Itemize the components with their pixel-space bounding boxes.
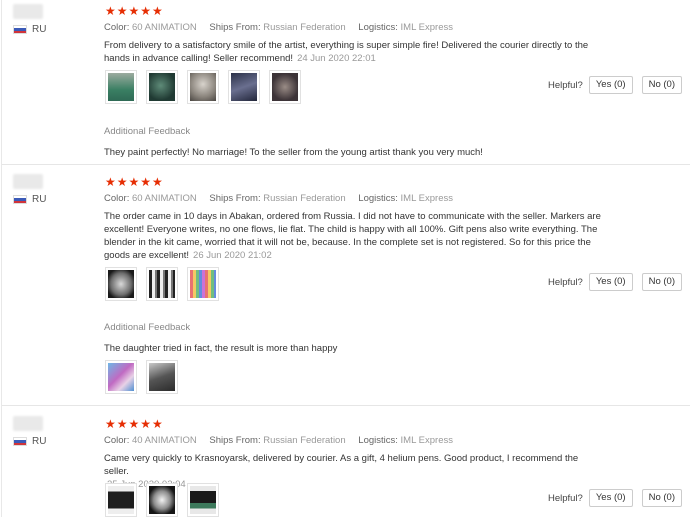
logistics-value: IML Express bbox=[400, 435, 453, 446]
review-photo[interactable] bbox=[105, 483, 137, 517]
helpful-no-button[interactable]: No (0) bbox=[641, 76, 682, 94]
star-rating: ★★★★★ bbox=[105, 4, 164, 18]
review-photo[interactable] bbox=[187, 70, 219, 104]
helpful-controls: Helpful? Yes (0) No (0) bbox=[548, 76, 682, 94]
review-text: From delivery to a satisfactory smile of… bbox=[104, 39, 604, 65]
order-info: Color: 40 ANIMATION Ships From: Russian … bbox=[104, 435, 453, 446]
review-photo[interactable] bbox=[105, 267, 137, 301]
country-code: RU bbox=[32, 194, 47, 205]
helpful-yes-button[interactable]: Yes (0) bbox=[588, 76, 633, 94]
reviewer-name-blurred bbox=[13, 416, 43, 431]
review-date: 26 Jun 2020 21:02 bbox=[193, 250, 272, 261]
helpful-no-button[interactable]: No (0) bbox=[641, 273, 682, 291]
color-value: 40 ANIMATION bbox=[131, 435, 197, 446]
review-photo[interactable] bbox=[146, 70, 178, 104]
review-photo[interactable] bbox=[187, 267, 219, 301]
review-photos bbox=[105, 267, 219, 301]
color-label: Color: bbox=[104, 22, 130, 33]
review-body: Came very quickly to Krasnoyarsk, delive… bbox=[104, 453, 579, 477]
reviewer-country: RU bbox=[13, 24, 46, 35]
russia-flag-icon bbox=[13, 25, 27, 34]
review-text: The order came in 10 days in Abakan, ord… bbox=[104, 210, 604, 262]
reviewer-info: RU bbox=[13, 4, 46, 35]
country-code: RU bbox=[32, 24, 47, 35]
feedback-photo[interactable] bbox=[105, 360, 137, 394]
review-divider bbox=[2, 405, 690, 406]
review-photos bbox=[105, 483, 219, 517]
review-photo[interactable] bbox=[187, 483, 219, 517]
review-photos bbox=[105, 70, 301, 104]
reviewer-info: RU bbox=[13, 416, 46, 447]
country-code: RU bbox=[32, 436, 47, 447]
ships-from-label: Ships From: bbox=[209, 22, 261, 33]
left-border bbox=[1, 0, 2, 517]
feedback-photos bbox=[105, 360, 178, 394]
russia-flag-icon bbox=[13, 195, 27, 204]
order-info: Color: 60 ANIMATION Ships From: Russian … bbox=[104, 22, 453, 33]
review-divider bbox=[2, 164, 690, 165]
review-photo[interactable] bbox=[146, 483, 178, 517]
feedback-photo[interactable] bbox=[146, 360, 178, 394]
color-value: 60 ANIMATION bbox=[131, 193, 197, 204]
helpful-yes-button[interactable]: Yes (0) bbox=[588, 489, 633, 507]
additional-feedback-title: Additional Feedback bbox=[104, 322, 191, 333]
color-label: Color: bbox=[104, 193, 130, 204]
logistics-value: IML Express bbox=[400, 193, 453, 204]
helpful-label: Helpful? bbox=[547, 276, 583, 288]
logistics-label: Logistics: bbox=[358, 435, 398, 446]
star-rating: ★★★★★ bbox=[105, 175, 164, 189]
review-body: The order came in 10 days in Abakan, ord… bbox=[104, 211, 601, 261]
color-value: 60 ANIMATION bbox=[131, 22, 197, 33]
russia-flag-icon bbox=[13, 437, 27, 446]
additional-feedback-text: The daughter tried in fact, the result i… bbox=[104, 343, 338, 354]
ships-from-label: Ships From: bbox=[209, 435, 261, 446]
ships-from-value: Russian Federation bbox=[263, 435, 346, 446]
helpful-controls: Helpful? Yes (0) No (0) bbox=[548, 489, 682, 507]
ships-from-value: Russian Federation bbox=[263, 193, 346, 204]
reviewer-name-blurred bbox=[13, 174, 43, 189]
ships-from-label: Ships From: bbox=[209, 193, 261, 204]
additional-feedback-title: Additional Feedback bbox=[104, 126, 191, 137]
helpful-no-button[interactable]: No (0) bbox=[641, 489, 682, 507]
order-info: Color: 60 ANIMATION Ships From: Russian … bbox=[104, 193, 453, 204]
review-date: 24 Jun 2020 22:01 bbox=[297, 53, 376, 64]
helpful-label: Helpful? bbox=[547, 79, 583, 91]
ships-from-value: Russian Federation bbox=[263, 22, 346, 33]
logistics-label: Logistics: bbox=[358, 193, 398, 204]
review-photo[interactable] bbox=[269, 70, 301, 104]
logistics-label: Logistics: bbox=[358, 22, 398, 33]
review-photo[interactable] bbox=[105, 70, 137, 104]
reviewer-info: RU bbox=[13, 174, 46, 205]
logistics-value: IML Express bbox=[400, 22, 453, 33]
color-label: Color: bbox=[104, 435, 130, 446]
helpful-controls: Helpful? Yes (0) No (0) bbox=[548, 273, 682, 291]
additional-feedback-text: They paint perfectly! No marriage! To th… bbox=[104, 147, 483, 158]
review-photo[interactable] bbox=[146, 267, 178, 301]
review-photo[interactable] bbox=[228, 70, 260, 104]
reviewer-country: RU bbox=[13, 436, 46, 447]
helpful-label: Helpful? bbox=[547, 492, 583, 504]
star-rating: ★★★★★ bbox=[105, 417, 164, 431]
reviewer-name-blurred bbox=[13, 4, 43, 19]
reviewer-country: RU bbox=[13, 194, 46, 205]
helpful-yes-button[interactable]: Yes (0) bbox=[588, 273, 633, 291]
